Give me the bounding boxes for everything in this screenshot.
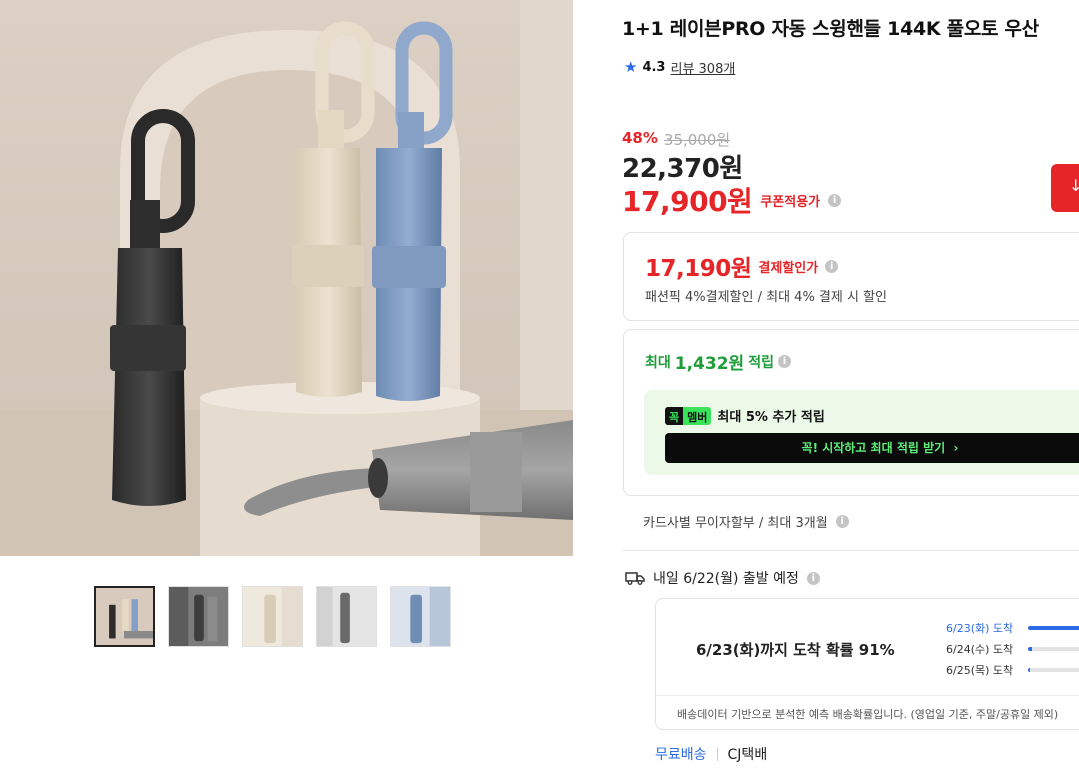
delivery-probability-fill	[1028, 667, 1031, 672]
delivery-probability-box: 6/23(화)까지 도착 확률 91% 6/23(화) 도착 6/24(수) 도착…	[655, 598, 1079, 730]
separator	[716, 747, 718, 761]
coupon-price: 17,900원	[622, 185, 753, 218]
delivery-day-label: 6/25(목) 도착	[946, 663, 1014, 677]
rating-score: 4.3	[642, 60, 666, 75]
payment-price-row: 17,190원 결제할인가 i	[645, 249, 839, 283]
membership-cta-button[interactable]: 꼭! 시작하고 최대 적립 받기 ›	[665, 433, 1079, 463]
membership-badge: 꼭 멤버	[665, 406, 712, 425]
discount-rate: 48%	[622, 129, 658, 147]
star-icon: ★	[624, 58, 638, 76]
product-main-image	[0, 0, 573, 556]
review-count-link[interactable]: 리뷰 308개	[670, 58, 735, 77]
payment-label: 결제할인가	[758, 260, 819, 276]
info-icon[interactable]: i	[835, 515, 849, 528]
delivery-probability-bar	[1028, 625, 1079, 630]
delivery-day-list: 6/23(화) 도착 6/24(수) 도착 6/25(목) 도착	[946, 617, 1079, 680]
point-row: 최대 1,432원 적립 i	[645, 349, 791, 374]
free-shipping-label: 무료배송	[655, 747, 707, 763]
info-icon[interactable]: i	[777, 355, 791, 368]
membership-promo: 꼭 멤버 최대 5% 추가 적립 꼭! 시작하고 최대 적립 받기 ›	[644, 390, 1079, 475]
delivery-day-label: 6/24(수) 도착	[946, 642, 1014, 656]
discount-row: 48% 35,000원	[622, 129, 730, 150]
info-icon[interactable]: i	[806, 571, 820, 585]
product-title: 1+1 레이븐PRO 자동 스윙핸들 144K 풀오토 우산	[622, 18, 1039, 40]
delivery-day-row: 6/24(수) 도착	[946, 638, 1079, 659]
coupon-label: 쿠폰적용가	[760, 194, 821, 210]
original-price: 35,000원	[663, 131, 731, 149]
delivery-day-label: 6/23(화) 도착	[946, 621, 1014, 635]
thumbnail-strip	[94, 586, 451, 647]
delivery-probability-bar	[1028, 667, 1079, 672]
coupon-download-button[interactable]: ↓	[1051, 164, 1079, 212]
thumbnail-3[interactable]	[242, 586, 303, 647]
delivery-probability-fill	[1028, 646, 1033, 651]
payment-price: 17,190원	[645, 256, 752, 282]
delivery-note: 배송데이터 기반으로 분석한 예측 배송확률입니다. (영업일 기준, 주말/공…	[656, 695, 1079, 722]
delivery-probability-fill	[1028, 625, 1079, 630]
truck-icon	[625, 572, 645, 585]
thumbnail-4[interactable]	[316, 586, 377, 647]
coupon-price-row: 17,900원 쿠폰적용가 i	[622, 180, 842, 220]
point-prefix: 최대	[645, 354, 671, 371]
thumbnail-1[interactable]	[94, 586, 155, 647]
delivery-probability-bar	[1028, 646, 1079, 651]
membership-row: 꼭 멤버 최대 5% 추가 적립	[665, 406, 825, 425]
point-box: 최대 1,432원 적립 i 꼭 멤버 최대 5% 추가 적립 꼭! 시작하고 최…	[623, 329, 1079, 496]
shipping-departure-text: 내일 6/22(월) 출발 예정	[653, 571, 799, 587]
shipping-departure-row: 내일 6/22(월) 출발 예정 i	[625, 568, 820, 588]
delivery-day-row: 6/25(목) 도착	[946, 659, 1079, 680]
info-icon[interactable]: i	[825, 259, 839, 273]
thumbnail-2[interactable]	[168, 586, 229, 647]
carrier-label: CJ택배	[727, 747, 768, 763]
divider	[623, 550, 1079, 551]
delivery-probability: 6/23(화)까지 도착 확률 91%	[696, 641, 895, 659]
info-icon[interactable]: i	[828, 193, 842, 207]
payment-description: 패션픽 4%결제할인 / 최대 4% 결제 시 할인	[645, 290, 887, 305]
delivery-day-row: 6/23(화) 도착	[946, 617, 1079, 638]
point-amount: 1,432원	[674, 354, 745, 374]
card-installment-row: 카드사별 무이자할부 / 최대 3개월 i	[643, 512, 849, 531]
membership-text: 최대 5% 추가 적립	[717, 410, 825, 425]
chevron-right-icon: ›	[949, 441, 959, 455]
rating-row: ★ 4.3 리뷰 308개	[624, 58, 735, 78]
point-suffix: 적립	[748, 354, 774, 371]
payment-discount-box: 17,190원 결제할인가 i 패션픽 4%결제할인 / 최대 4% 결제 시 …	[623, 232, 1079, 321]
thumbnail-5[interactable]	[390, 586, 451, 647]
delivery-info-row: 무료배송 CJ택배	[655, 744, 767, 764]
card-installment-text: 카드사별 무이자할부 / 최대 3개월	[643, 516, 828, 531]
